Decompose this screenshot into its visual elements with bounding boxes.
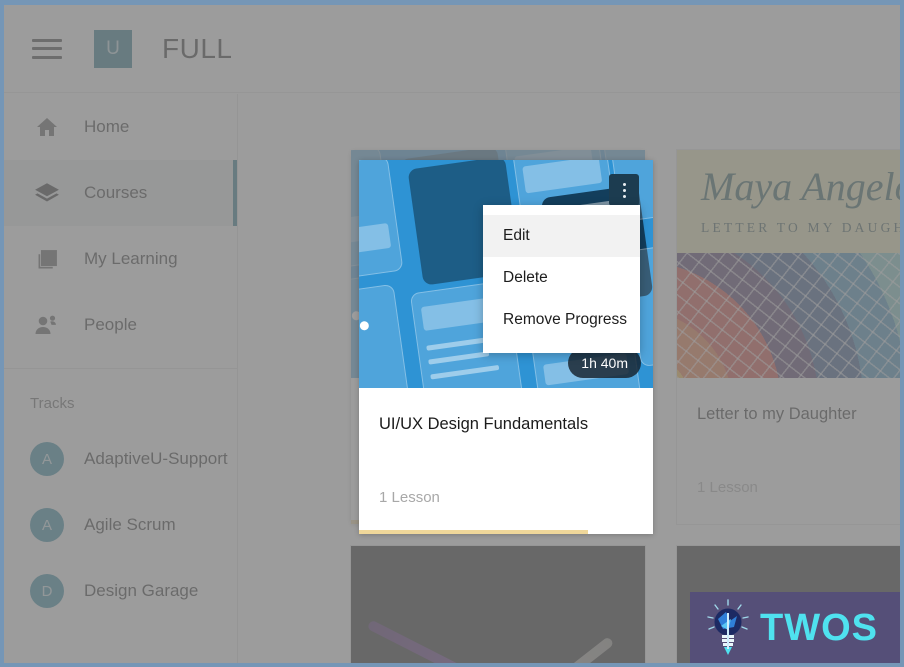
hamburger-icon[interactable] xyxy=(32,36,62,62)
card-context-menu: Edit Delete Remove Progress xyxy=(483,205,640,353)
course-lesson-count: 1 Lesson xyxy=(379,489,440,506)
avatar: D xyxy=(30,574,64,608)
course-thumbnail: Maya Angelou LETTER TO MY DAUGHTER 2h 3 xyxy=(677,150,900,378)
course-card-letter-to-my-daughter[interactable]: Maya Angelou LETTER TO MY DAUGHTER 2h 3 … xyxy=(677,150,900,524)
kebab-menu-icon[interactable] xyxy=(609,174,639,206)
tracks-heading: Tracks xyxy=(30,395,75,412)
sidebar-track-design-garage[interactable]: D Design Garage xyxy=(4,558,237,624)
progress-bar-fill xyxy=(359,530,589,534)
menu-item-edit[interactable]: Edit xyxy=(483,215,640,257)
course-card-body: UI/UX Design Fundamentals 1 Lesson xyxy=(359,388,653,534)
menu-item-label: Delete xyxy=(503,269,548,286)
sidebar-item-people[interactable]: People xyxy=(4,292,237,358)
dark-saber-image-icon xyxy=(351,546,645,663)
sidebar: Home Courses My Learning People Tracks A… xyxy=(4,94,238,663)
page-title: FULL xyxy=(162,32,233,64)
progress-bar xyxy=(359,530,653,534)
menu-item-label: Remove Progress xyxy=(503,311,628,328)
lightbulb-icon xyxy=(707,599,749,655)
sidebar-track-agile-scrum[interactable]: A Agile Scrum xyxy=(4,492,237,558)
menu-item-label: Edit xyxy=(503,227,530,244)
app-header: U FULL xyxy=(4,5,900,93)
application-window: U FULL Home Courses My Learning People T… xyxy=(4,5,900,663)
sidebar-item-home[interactable]: Home xyxy=(4,94,237,160)
track-label: AdaptiveU-Support xyxy=(84,449,228,468)
watermark-label: TWOS xyxy=(760,606,878,649)
logo-letter: U xyxy=(106,37,120,59)
course-thumbnail xyxy=(351,546,645,663)
course-lesson-count: 1 Lesson xyxy=(697,479,758,496)
sidebar-item-label: Home xyxy=(84,117,130,136)
track-label: Agile Scrum xyxy=(84,515,176,534)
home-icon xyxy=(30,112,64,142)
people-icon xyxy=(30,310,64,340)
course-card-dark-left[interactable] xyxy=(351,546,645,663)
book-subtitle: LETTER TO MY DAUGHTER xyxy=(701,219,900,235)
layers-icon xyxy=(30,178,64,208)
avatar: A xyxy=(30,442,64,476)
course-title: UI/UX Design Fundamentals xyxy=(379,415,589,433)
logo-badge[interactable]: U xyxy=(94,29,132,68)
sidebar-item-my-learning[interactable]: My Learning xyxy=(4,226,237,292)
sidebar-item-label: My Learning xyxy=(84,249,178,268)
books-icon xyxy=(30,244,64,274)
track-label: Design Garage xyxy=(84,581,199,600)
screenshot-frame: U FULL Home Courses My Learning People T… xyxy=(0,0,904,667)
book-author: Maya Angelou xyxy=(701,163,900,209)
menu-item-remove-progress[interactable]: Remove Progress xyxy=(483,299,640,341)
sidebar-track-adaptiveu-support[interactable]: A AdaptiveU-Support xyxy=(4,426,237,492)
course-card-body: Letter to my Daughter 1 Lesson xyxy=(677,378,900,524)
maya-angelou-book-cover-icon: Maya Angelou LETTER TO MY DAUGHTER xyxy=(677,150,900,378)
sidebar-item-label: People xyxy=(84,315,137,334)
avatar: A xyxy=(30,508,64,542)
sidebar-item-courses[interactable]: Courses xyxy=(4,160,237,226)
course-title: Letter to my Daughter xyxy=(697,405,857,423)
sidebar-item-label: Courses xyxy=(84,183,148,202)
menu-item-delete[interactable]: Delete xyxy=(483,257,640,299)
twos-watermark: TWOS xyxy=(690,592,900,663)
